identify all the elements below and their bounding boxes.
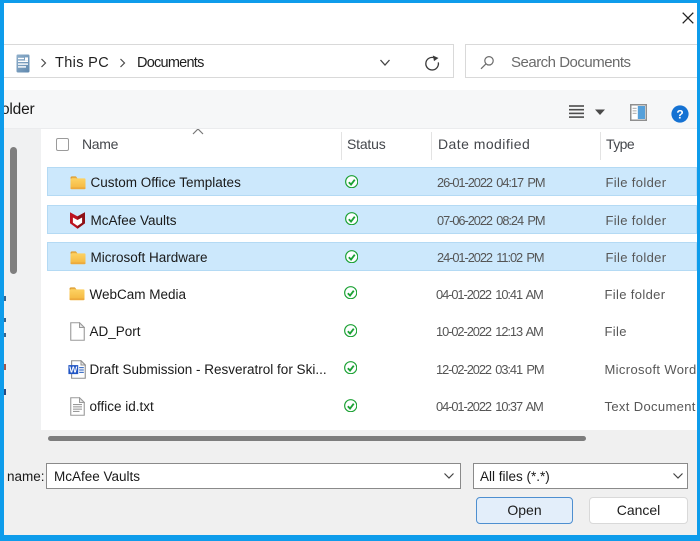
svg-text:?: ? bbox=[676, 107, 683, 121]
